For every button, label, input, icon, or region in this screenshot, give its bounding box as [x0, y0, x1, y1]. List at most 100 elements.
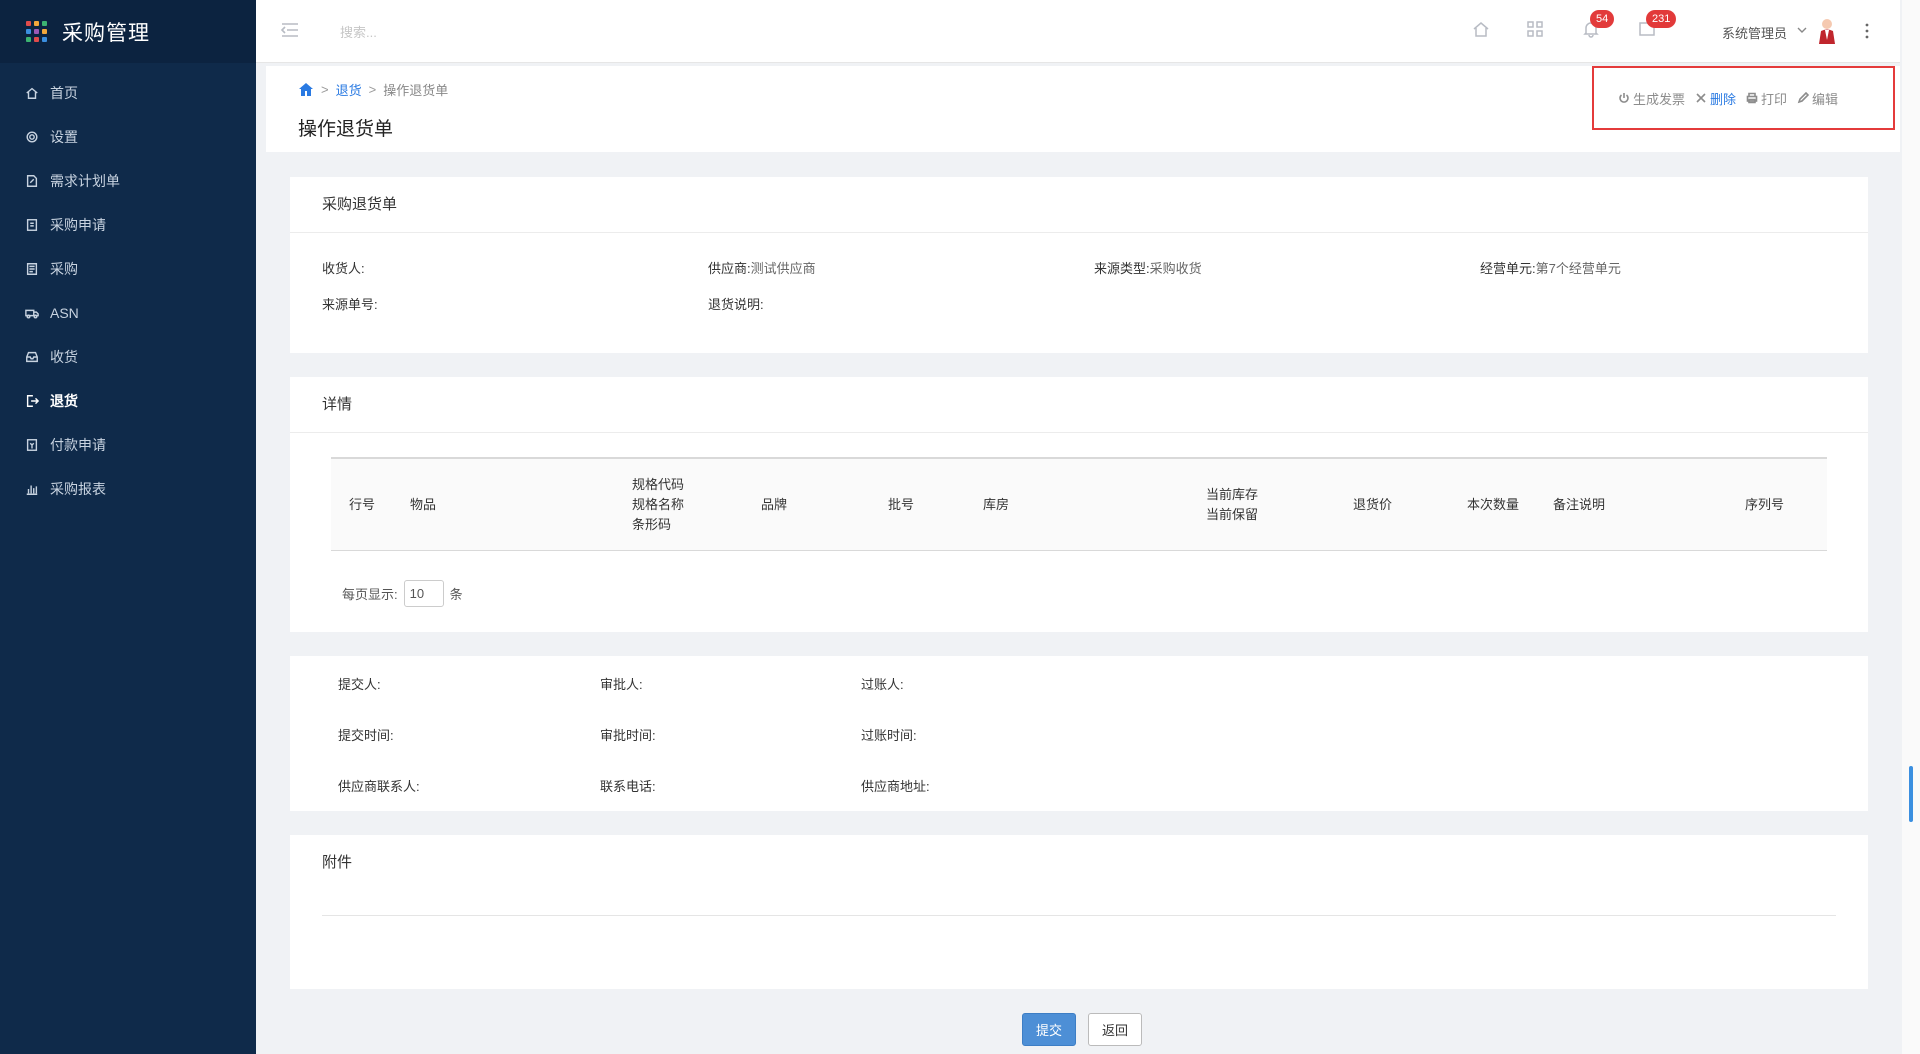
pencil-icon [1797, 92, 1810, 104]
supplier-value: 测试供应商 [750, 261, 816, 276]
supplier-address-label: 供应商地址: [861, 779, 930, 794]
approval-info-card: 提交人: 审批人: 过账人: 提交时间: 审批时间: 过账时间: 供应商联系人:… [290, 656, 1868, 811]
card-title: 详情 [290, 377, 1868, 433]
scrollbar-thumb[interactable] [1909, 766, 1913, 822]
message-icon[interactable]: 231 [1638, 10, 1677, 40]
bell-icon[interactable]: 54 [1582, 10, 1615, 40]
approve-time-label: 审批时间: [600, 728, 656, 743]
receiver-field: 收货人: [322, 258, 365, 277]
logo-dot [34, 28, 39, 34]
breadcrumb-separator: > [321, 82, 329, 97]
divider [322, 915, 1836, 916]
breadcrumb-separator: > [368, 82, 377, 97]
payment-icon [24, 437, 40, 453]
generate-invoice-button[interactable]: 生成发票 [1618, 89, 1685, 108]
sidebar-nav: 首页设置需求计划单采购申请采购 ASN 收货退货付款申请采购报表 [0, 71, 256, 511]
more-vertical-icon[interactable] [1864, 22, 1870, 40]
sidebar-item-8[interactable]: 付款申请 [0, 423, 256, 467]
scrollbar[interactable] [1902, 0, 1920, 1054]
column-quantity: 本次数量 [1467, 497, 1520, 512]
notification-badge: 54 [1590, 10, 1615, 28]
sidebar-item-label: 采购 [50, 261, 78, 277]
back-button[interactable]: 返回 [1088, 1013, 1142, 1046]
sidebar-item-label: 设置 [50, 129, 78, 145]
sidebar-item-7[interactable]: 退货 [0, 379, 256, 423]
attachment-card: 附件 [290, 835, 1868, 989]
approver-label: 审批人: [600, 677, 643, 692]
logo-dot [26, 20, 31, 26]
receiver-label: 收货人: [322, 261, 365, 276]
user-name[interactable]: 系统管理员 [1722, 23, 1787, 42]
column-item: 物品 [410, 497, 437, 512]
apps-icon[interactable] [1526, 20, 1546, 40]
home-icon[interactable] [298, 82, 314, 97]
supplier-contact-label: 供应商联系人: [338, 779, 420, 794]
column-current-stock: 当前库存 [1206, 487, 1259, 502]
breadcrumb: > 退货 > 操作退货单 [298, 80, 448, 99]
logo-dot [34, 37, 39, 43]
column-brand: 品牌 [761, 497, 788, 512]
logo-dot [42, 28, 47, 34]
sidebar-item-label: 采购申请 [50, 217, 106, 233]
business-unit-label: 经营单元: [1480, 261, 1536, 276]
column-remark: 备注说明 [1553, 497, 1606, 512]
menu-toggle-icon[interactable] [280, 22, 300, 38]
delete-label: 删除 [1710, 91, 1737, 107]
truck-icon [24, 305, 40, 321]
printer-icon [1746, 92, 1758, 104]
search-input[interactable] [340, 20, 600, 44]
supplier-label: 供应商: [708, 261, 751, 276]
avatar[interactable] [1816, 18, 1838, 44]
column-serial-no: 序列号 [1745, 497, 1785, 512]
sidebar-item-label: 首页 [50, 85, 78, 101]
business-unit-value: 第7个经营单元 [1535, 261, 1621, 276]
sidebar-item-label: ASN [50, 305, 79, 321]
delete-button[interactable]: 删除 [1695, 89, 1736, 108]
sidebar-item-3[interactable]: 采购申请 [0, 203, 256, 247]
document-edit-icon [24, 173, 40, 189]
sidebar-item-label: 付款申请 [50, 437, 106, 453]
sidebar-item-label: 退货 [50, 393, 78, 409]
home-icon[interactable] [1472, 20, 1492, 40]
sidebar-item-0[interactable]: 首页 [0, 71, 256, 115]
column-spec-code: 规格代码 [632, 477, 685, 492]
edit-label: 编辑 [1812, 91, 1839, 107]
sidebar-item-label: 采购报表 [50, 481, 106, 497]
sidebar: 采购管理 首页 设置 需求计划单 采购申请 采购 ASN 收货 退货 付款申请 采购报表 [0, 0, 256, 1054]
edit-button[interactable]: 编辑 [1797, 89, 1838, 108]
list-icon [24, 261, 40, 277]
post-time-label: 过账时间: [861, 728, 917, 743]
page-size-unit: 条 [449, 587, 463, 602]
source-no-label: 来源单号: [322, 297, 378, 312]
column-spec-name: 规格名称 [632, 497, 685, 512]
page-size-control: 每页显示: 条 [342, 580, 463, 607]
sidebar-item-1[interactable]: 设置 [0, 115, 256, 159]
print-button[interactable]: 打印 [1746, 89, 1787, 108]
breadcrumb-current: 操作退货单 [383, 83, 449, 98]
submit-button[interactable]: 提交 [1022, 1013, 1076, 1046]
column-current-reserved: 当前保留 [1206, 507, 1259, 522]
source-type-value: 采购收货 [1149, 261, 1202, 276]
logo-dot [34, 20, 39, 26]
column-batch-no: 批号 [888, 497, 915, 512]
detail-card: 详情 行号 物品 规格代码 规格名称 条形码 品牌 批号 库房 当前库存 当前保… [290, 377, 1868, 632]
page-size-input[interactable] [403, 580, 444, 607]
submit-time-label: 提交时间: [338, 728, 394, 743]
action-toolbar: 生成发票 删除 打印 编辑 [1592, 66, 1895, 130]
sidebar-item-6[interactable]: 收货 [0, 335, 256, 379]
sidebar-item-5[interactable]: ASN [0, 291, 256, 335]
breadcrumb-link-return[interactable]: 退货 [336, 80, 362, 99]
chevron-down-icon[interactable] [1797, 26, 1807, 34]
app-grid-icon [26, 20, 48, 43]
sidebar-item-2[interactable]: 需求计划单 [0, 159, 256, 203]
sidebar-item-9[interactable]: 采购报表 [0, 467, 256, 511]
phone-label: 联系电话: [600, 779, 656, 794]
sidebar-item-label: 收货 [50, 349, 78, 365]
page-header: > 退货 > 操作退货单 操作退货单 生成发票 删除 打印 编辑 [266, 66, 1900, 152]
column-return-price: 退货价 [1353, 497, 1393, 512]
supplier-field: 供应商:测试供应商 [708, 258, 816, 277]
poster-label: 过账人: [861, 677, 904, 692]
return-note-field: 退货说明: [708, 294, 764, 313]
source-no-field: 来源单号: [322, 294, 378, 313]
sidebar-item-4[interactable]: 采购 [0, 247, 256, 291]
